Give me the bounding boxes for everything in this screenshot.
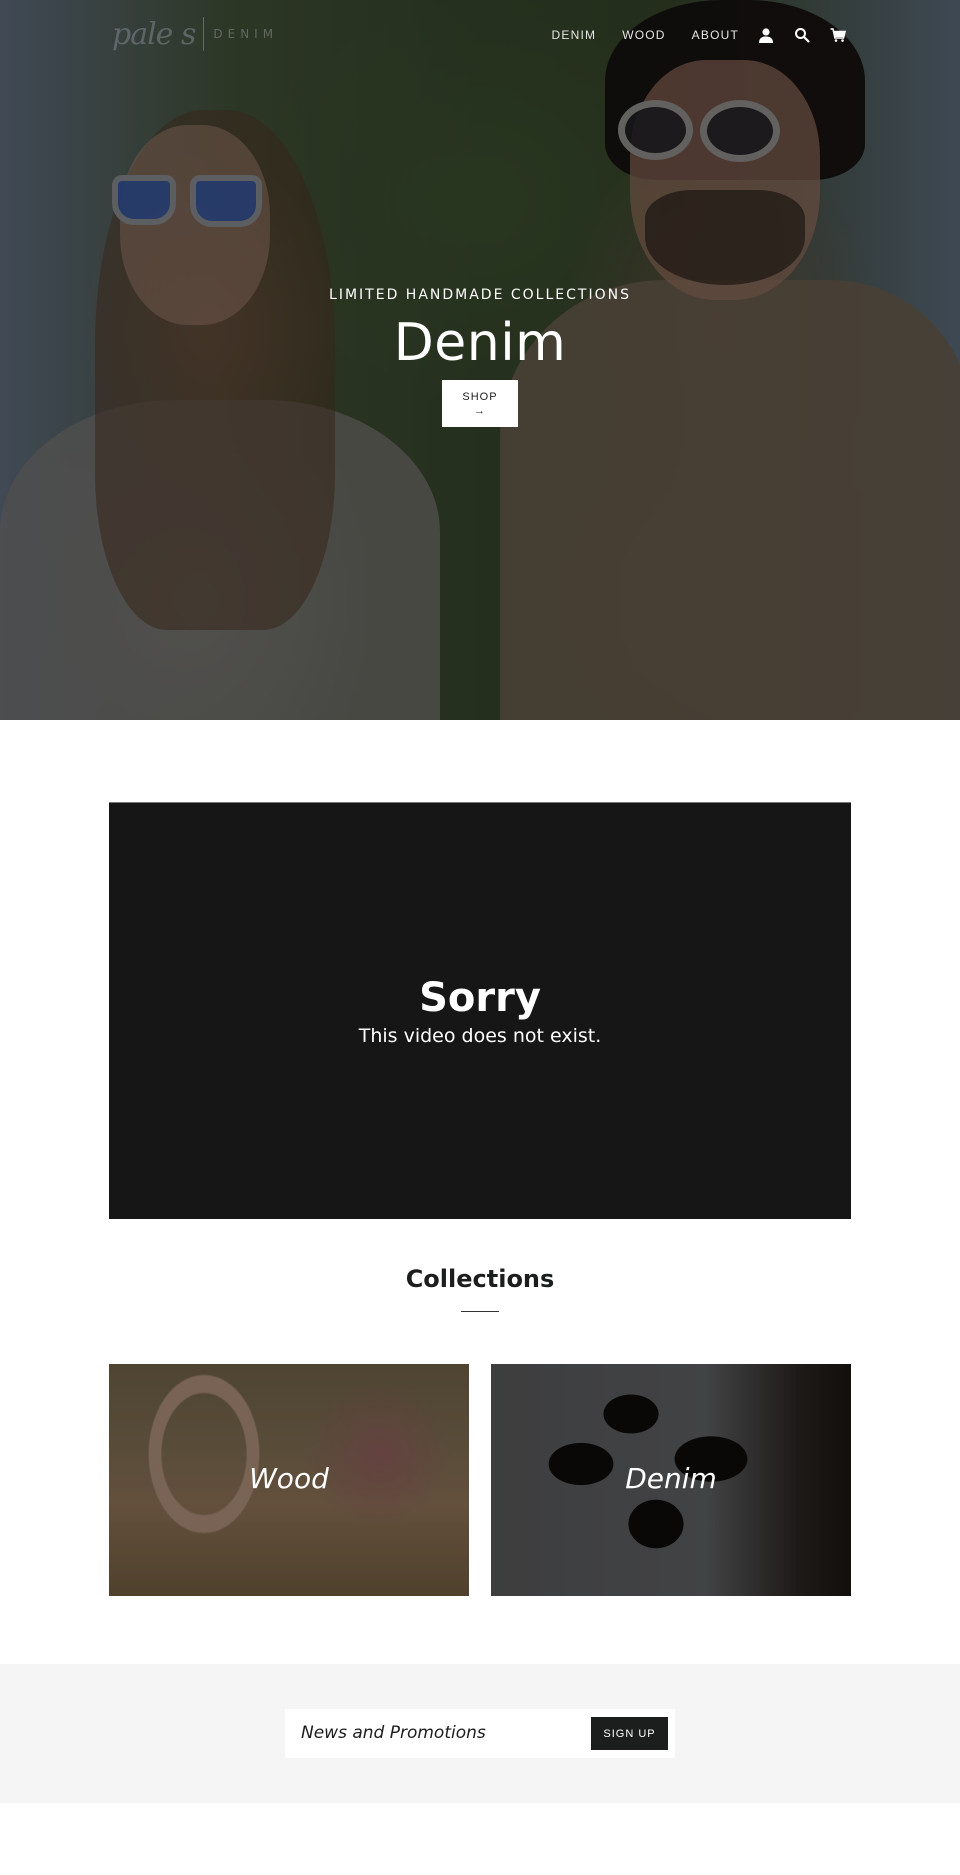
hero-banner: LIMITED HANDMADE COLLECTIONS Denim SHOP … [0, 0, 960, 720]
video-error-message: This video does not exist. [358, 1025, 602, 1047]
site-header: pale s DENIM DENIM WOOD ABOUT [0, 0, 960, 72]
site-logo[interactable]: pale s DENIM [112, 14, 278, 54]
nav-link-wood[interactable]: WOOD [622, 28, 665, 42]
collections-divider [461, 1311, 499, 1312]
nav-link-denim[interactable]: DENIM [552, 28, 597, 42]
collections-heading: Collections [405, 1265, 555, 1293]
video-error-title: Sorry [419, 975, 541, 1021]
sign-up-button[interactable]: SIGN UP [591, 1717, 668, 1750]
cart-icon[interactable] [829, 26, 847, 44]
logo-subtitle: DENIM [213, 27, 279, 41]
logo-wordmark: pale s [112, 16, 196, 52]
shop-button[interactable]: SHOP → [442, 380, 518, 428]
nav-link-about[interactable]: ABOUT [692, 28, 739, 42]
hero-title: Denim [393, 313, 567, 373]
newsletter-email-input[interactable] [301, 1717, 561, 1749]
logo-divider [203, 17, 205, 51]
newsletter-section: SIGN UP [0, 1664, 960, 1803]
arrow-right-icon: → [474, 405, 486, 418]
collection-label: Denim [625, 1462, 717, 1495]
hero-kicker: LIMITED HANDMADE COLLECTIONS [329, 287, 631, 303]
video-player[interactable]: Sorry This video does not exist. [109, 802, 851, 1219]
account-icon[interactable] [757, 26, 775, 44]
collection-tile-denim[interactable]: Denim [491, 1364, 851, 1596]
main-nav: DENIM WOOD ABOUT [552, 26, 847, 44]
collection-label: Wood [249, 1462, 329, 1495]
collection-tile-wood[interactable]: Wood [109, 1364, 469, 1596]
newsletter-form: SIGN UP [285, 1709, 675, 1758]
hero-content: LIMITED HANDMADE COLLECTIONS Denim SHOP … [0, 287, 960, 428]
shop-button-label: SHOP [462, 391, 498, 404]
search-icon[interactable] [793, 26, 811, 44]
